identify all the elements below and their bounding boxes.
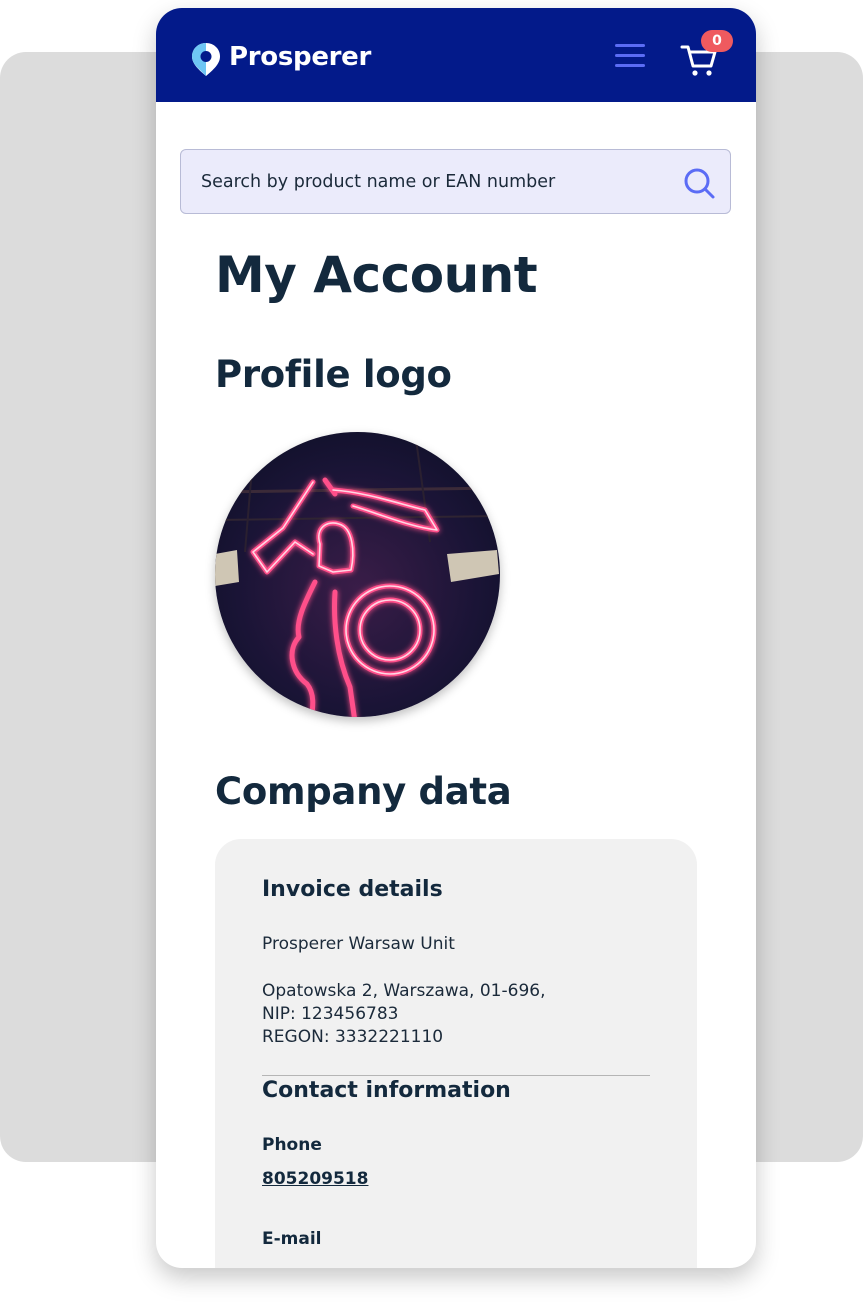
company-nip: NIP: 123456783: [262, 1004, 399, 1024]
company-regon: REGON: 3332221110: [262, 1027, 444, 1047]
company-address: Opatowska 2, Warszawa, 01-696,: [262, 981, 546, 1001]
company-data-heading: Company data: [215, 770, 512, 813]
company-data-card: Invoice details Prosperer Warsaw Unit Op…: [215, 839, 697, 1268]
phone-number-link[interactable]: 805209518: [262, 1169, 368, 1189]
search-input[interactable]: [199, 150, 673, 214]
contact-information-title: Contact information: [262, 1078, 511, 1103]
invoice-details-title: Invoice details: [262, 877, 443, 902]
company-name: Prosperer Warsaw Unit: [262, 934, 455, 954]
search-bar: [180, 149, 731, 214]
section-divider: [262, 1075, 650, 1076]
neon-warrior-picture: [215, 432, 500, 717]
phone-label: Phone: [262, 1135, 322, 1155]
hamburger-menu-button[interactable]: [612, 41, 648, 69]
profile-logo-image[interactable]: [215, 432, 500, 717]
location-pin-logo-icon: [192, 43, 220, 76]
mobile-screen: Prosperer 0 My Account Profile logo: [156, 8, 756, 1268]
email-label: E-mail: [262, 1229, 322, 1249]
cart-count-badge: 0: [701, 30, 733, 52]
hamburger-menu-icon-line: [615, 44, 645, 47]
hamburger-menu-icon-line: [615, 54, 645, 57]
search-icon[interactable]: [681, 165, 717, 201]
page-title: My Account: [215, 246, 538, 304]
top-navbar: Prosperer 0: [156, 8, 756, 102]
profile-logo-heading: Profile logo: [215, 353, 452, 396]
brand-name[interactable]: Prosperer: [229, 42, 371, 72]
hamburger-menu-icon-line: [615, 64, 645, 67]
